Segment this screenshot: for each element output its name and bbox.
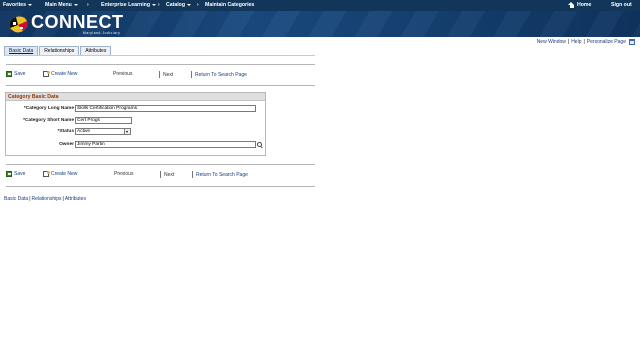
save-label: Save: [14, 171, 26, 177]
relationships-link[interactable]: Relationships: [32, 196, 62, 202]
save-label: Save: [14, 71, 26, 77]
previous-button[interactable]: Previous: [114, 171, 133, 177]
create-new-label: Create New: [51, 171, 78, 177]
create-new-button[interactable]: Create New: [43, 170, 78, 177]
separator: |: [29, 196, 31, 202]
new-document-icon: [43, 170, 50, 177]
favorites-menu[interactable]: Favorites: [3, 2, 33, 8]
section-title: Category Basic Data: [6, 93, 265, 101]
divider: [6, 164, 315, 165]
toolbar-separator: [160, 171, 161, 178]
main-menu[interactable]: Main Menu: [45, 2, 78, 8]
category-long-name-label: *Category Long Name: [23, 106, 74, 111]
sign-out-link[interactable]: Sign out: [611, 2, 632, 8]
category-basic-data-section: Category Basic Data *Category Long Name …: [5, 92, 266, 156]
previous-label: Previous: [113, 71, 133, 77]
status-label: *Status: [57, 129, 74, 134]
return-label: Return To Search Page: [195, 71, 247, 78]
basic-data-link[interactable]: Basic Data: [4, 196, 28, 202]
save-icon: [6, 71, 12, 77]
previous-button[interactable]: Previous: [113, 71, 132, 77]
main-menu-label: Main Menu: [45, 2, 72, 8]
personalize-page-link[interactable]: Personalize Page: [587, 39, 626, 45]
breadcrumb-enterprise-learning[interactable]: Enterprise Learning: [101, 2, 157, 8]
tab-basic-data[interactable]: Basic Data: [4, 46, 39, 55]
breadcrumb-catalog[interactable]: Catalog: [166, 2, 192, 8]
status-select-value: Active: [77, 129, 91, 134]
status-select[interactable]: Active: [75, 128, 131, 135]
separator: |: [62, 196, 64, 202]
breadcrumb-separator-icon: ›: [158, 2, 160, 8]
breadcrumb-separator-icon: ›: [87, 2, 89, 8]
logo-subtitle: Maryland Judiciary: [83, 31, 121, 35]
utility-links: New Window | Help | Personalize Page: [537, 39, 635, 45]
banner: CONNECT Maryland Judiciary: [0, 11, 640, 37]
next-label: Next: [163, 71, 174, 78]
create-new-label: Create New: [51, 71, 78, 77]
category-short-name-label: *Category Short Name: [23, 118, 74, 123]
owner-input[interactable]: Jimmy Partin: [75, 141, 256, 148]
divider: [6, 85, 315, 86]
return-to-search-button[interactable]: Return To Search Page: [192, 171, 248, 178]
chevron-down-icon: [28, 4, 33, 6]
chevron-down-icon: [187, 4, 192, 6]
home-link[interactable]: Home: [568, 2, 591, 8]
home-label: Home: [577, 2, 592, 8]
toolbar-separator: [192, 171, 193, 178]
page-tabs: Basic Data Relationships Attributes: [4, 46, 112, 55]
next-label: Next: [164, 171, 175, 178]
owner-label: Owner: [59, 142, 74, 147]
chevron-down-icon: [73, 4, 78, 6]
divider: [6, 64, 315, 65]
previous-label: Previous: [114, 171, 134, 177]
toolbar-separator: [159, 71, 160, 78]
return-to-search-button[interactable]: Return To Search Page: [191, 71, 247, 78]
next-button[interactable]: Next: [159, 71, 173, 78]
next-button[interactable]: Next: [160, 171, 174, 178]
save-button[interactable]: Save: [6, 71, 25, 77]
breadcrumb-maintain-categories[interactable]: Maintain Categories: [205, 2, 254, 8]
chevron-down-icon: [152, 4, 157, 6]
attributes-link[interactable]: Attributes: [65, 196, 86, 202]
category-long-name-input[interactable]: Skills Certification Programs: [75, 105, 256, 112]
favorites-menu-label: Favorites: [3, 2, 27, 8]
page-options-icon[interactable]: [629, 39, 635, 45]
help-link[interactable]: Help: [571, 39, 581, 45]
new-window-link[interactable]: New Window: [537, 39, 566, 45]
create-new-button[interactable]: Create New: [43, 70, 78, 77]
logo-text: CONNECT: [31, 12, 124, 32]
chevron-down-icon: [124, 129, 130, 134]
breadcrumb-separator-icon: ›: [197, 2, 199, 8]
tab-attributes[interactable]: Attributes: [80, 46, 112, 55]
bottom-page-links: Basic Data|Relationships|Attributes: [4, 196, 86, 202]
top-nav-bar: Favorites Main Menu › Enterprise Learnin…: [0, 0, 640, 11]
tab-relationships[interactable]: Relationships: [39, 46, 80, 55]
maryland-flag-logo-icon: [9, 16, 28, 33]
return-label: Return To Search Page: [196, 171, 248, 178]
breadcrumb-label: Maintain Categories: [205, 2, 255, 8]
home-icon: [568, 2, 575, 8]
save-icon: [6, 171, 12, 177]
save-button[interactable]: Save: [6, 171, 25, 177]
breadcrumb-label: Catalog: [166, 2, 186, 8]
separator: |: [567, 39, 570, 45]
separator: |: [583, 39, 585, 45]
tab-divider: [4, 55, 315, 56]
category-short-name-input[interactable]: Cert Progs: [75, 117, 132, 124]
divider: [6, 186, 315, 187]
sign-out-label: Sign out: [611, 2, 632, 8]
toolbar-separator: [191, 71, 192, 78]
breadcrumb-label: Enterprise Learning: [101, 2, 151, 8]
new-document-icon: [43, 70, 50, 77]
lookup-search-icon[interactable]: [257, 142, 263, 148]
